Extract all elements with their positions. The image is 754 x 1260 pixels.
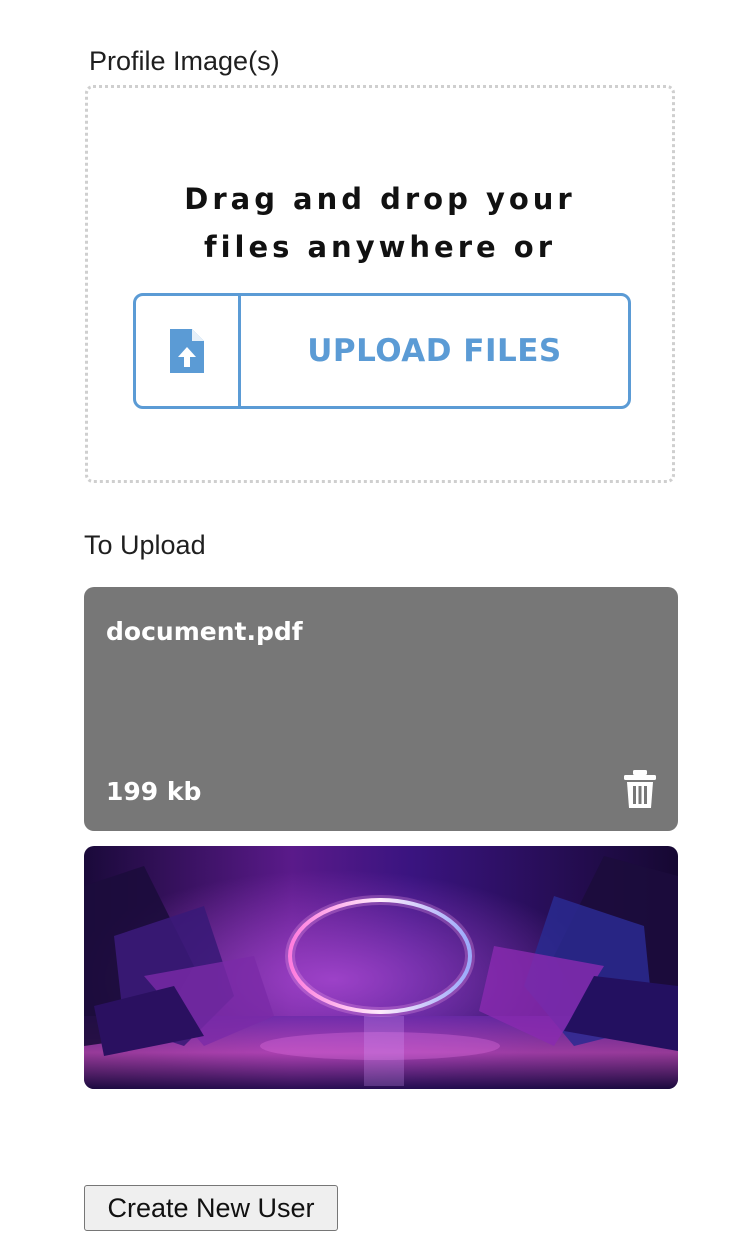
neon-ring-image: [84, 846, 678, 1089]
dropzone-text-line2: files anywhere or: [203, 230, 557, 264]
dropzone-text-line1: Drag and drop your: [184, 182, 576, 216]
file-name: document.pdf: [106, 617, 303, 646]
to-upload-label: To Upload: [84, 530, 206, 560]
upload-files-button[interactable]: UPLOAD FILES: [133, 293, 631, 409]
image-preview: [84, 846, 678, 1089]
profile-images-label: Profile Image(s): [89, 46, 280, 76]
file-dropzone[interactable]: Drag and drop your files anywhere or UPL…: [85, 85, 675, 483]
file-upload-icon: [170, 329, 204, 373]
trash-icon[interactable]: [623, 769, 657, 809]
upload-icon-cell: [136, 296, 241, 406]
file-size: 199 kb: [106, 777, 202, 806]
create-new-user-button[interactable]: Create New User: [84, 1185, 338, 1231]
upload-files-label: UPLOAD FILES: [307, 333, 562, 369]
dropzone-instructions: Drag and drop your files anywhere or: [88, 175, 672, 271]
file-card: document.pdf 199 kb: [84, 587, 678, 831]
